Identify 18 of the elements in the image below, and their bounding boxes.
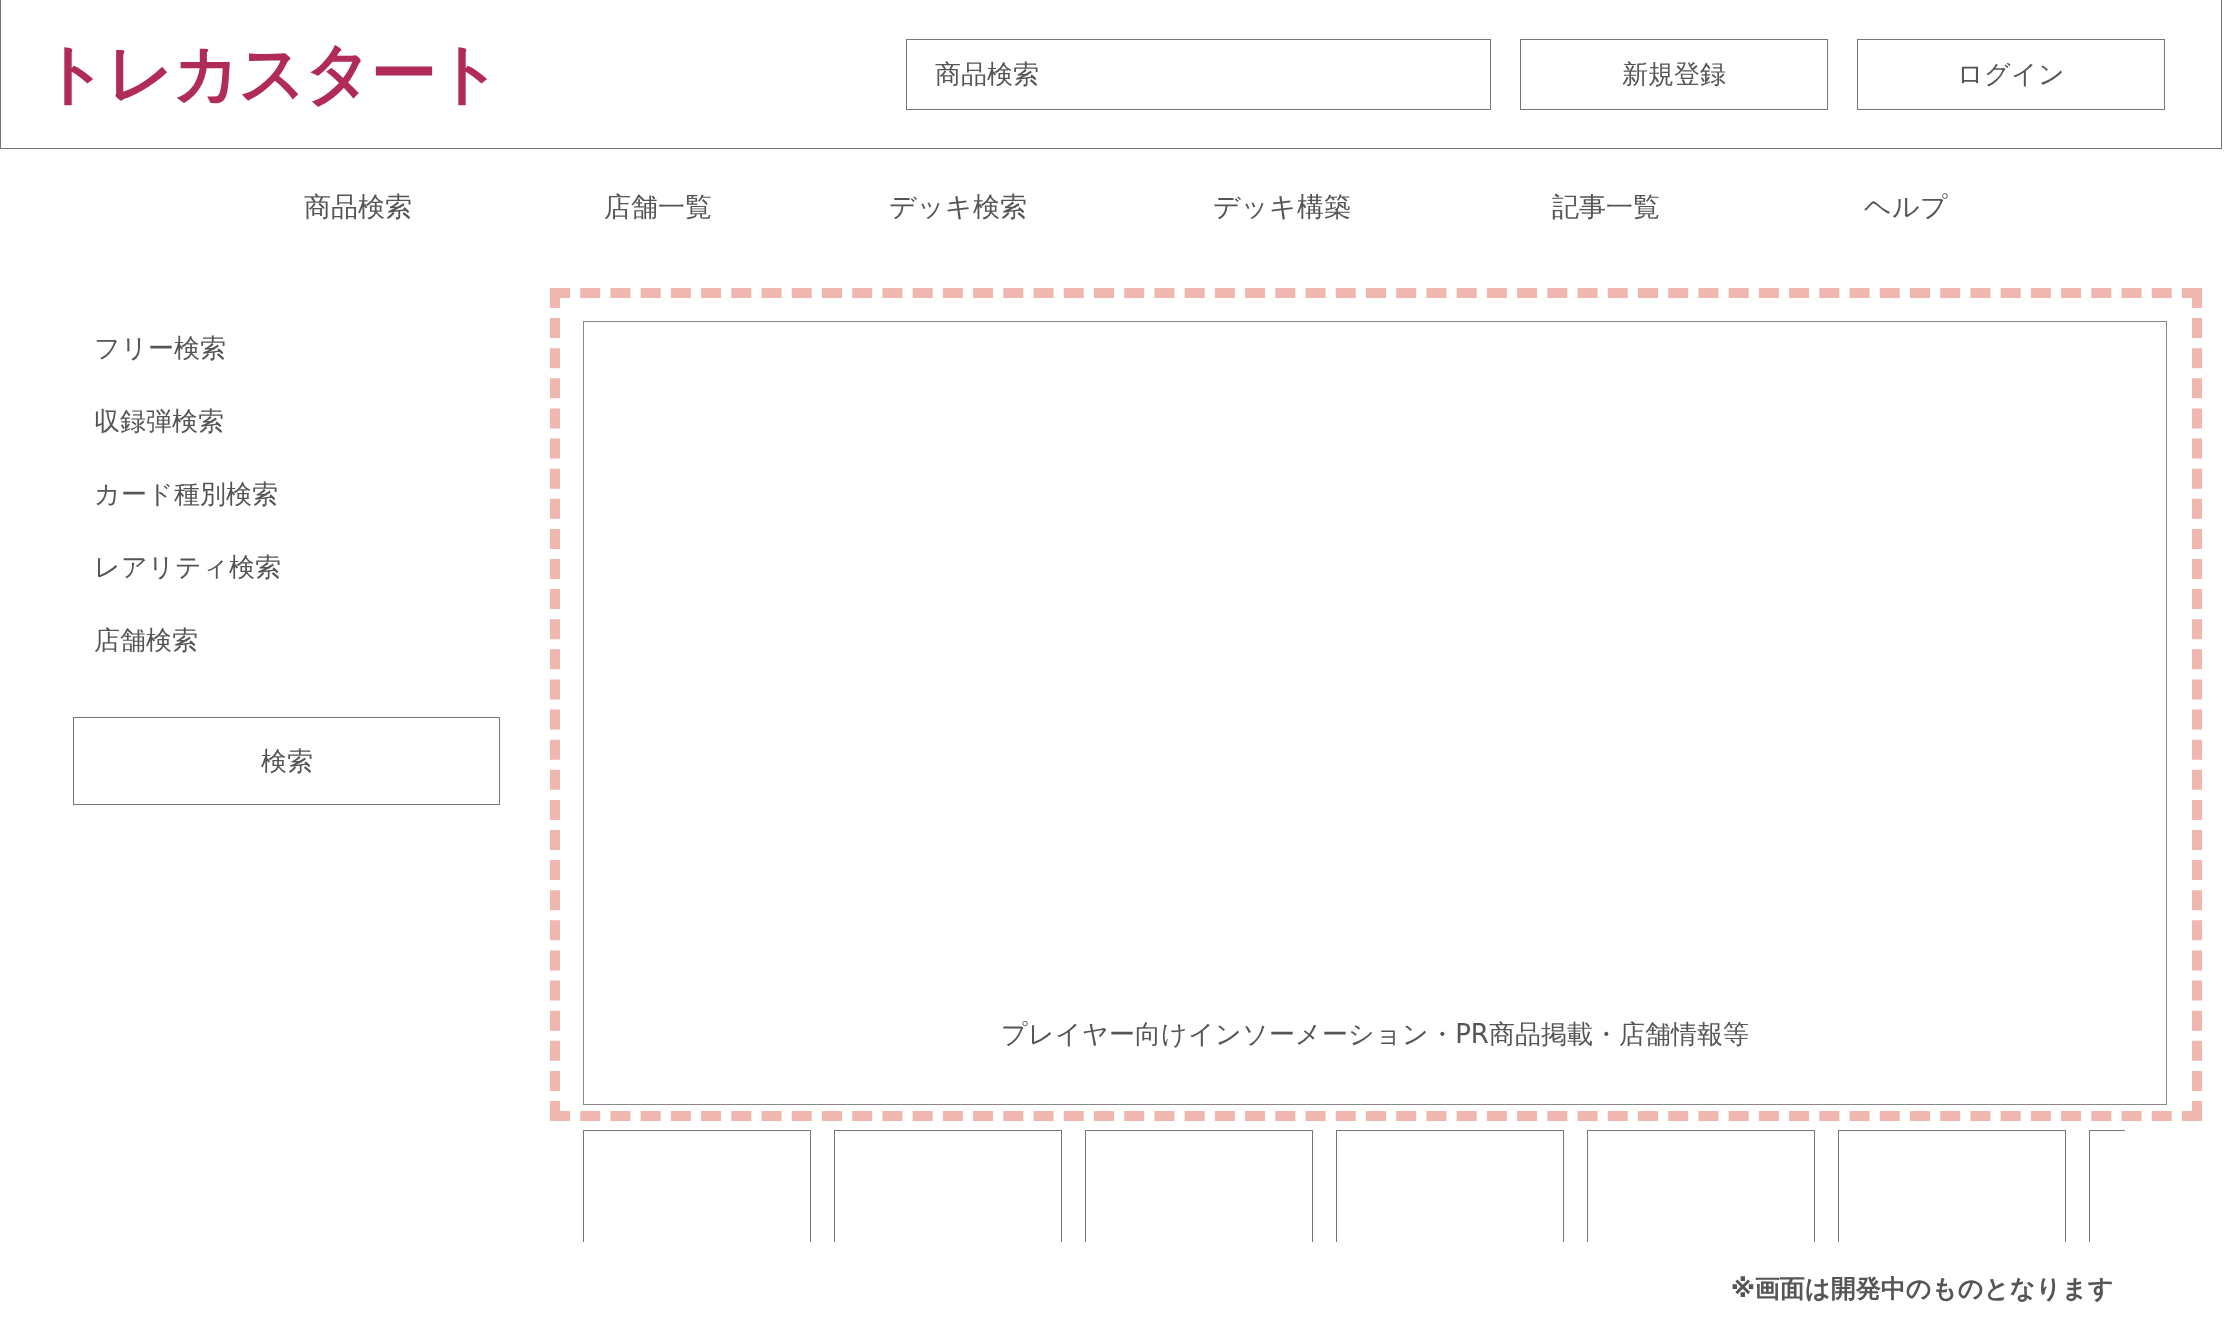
nav-link[interactable]: 記事一覧 — [1506, 189, 1706, 224]
sidebar-link[interactable]: 収録弾検索 — [94, 404, 500, 438]
footnote: ※画面は開発中のものとなります — [1730, 1273, 2114, 1305]
nav-link[interactable]: ヘルプ — [1806, 189, 2006, 224]
header-button[interactable]: ログイン — [1857, 38, 2165, 110]
sidebar-link[interactable]: カード種別検索 — [94, 477, 500, 511]
sidebar-link[interactable]: レアリティ検索 — [94, 550, 500, 584]
sidebar-link[interactable]: フリー検索 — [94, 331, 500, 365]
search-field[interactable]: 商品検索 — [906, 38, 1491, 110]
nav-link[interactable]: 店舗一覧 — [558, 189, 758, 224]
banner-text: プレイヤー向けインソーメーション・PR商品掲載・店舗情報等 — [1001, 1018, 1749, 1051]
search-button[interactable]: 検索 — [73, 717, 500, 805]
logo[interactable]: トレカスタート — [41, 29, 501, 119]
header-button[interactable]: 新規登録 — [1520, 38, 1828, 110]
nav-link[interactable]: 商品検索 — [258, 189, 458, 224]
nav-link[interactable]: デッキ構築 — [1182, 189, 1382, 224]
sidebar-link[interactable]: 店舗検索 — [94, 623, 500, 657]
nav-link[interactable]: デッキ検索 — [858, 189, 1058, 224]
